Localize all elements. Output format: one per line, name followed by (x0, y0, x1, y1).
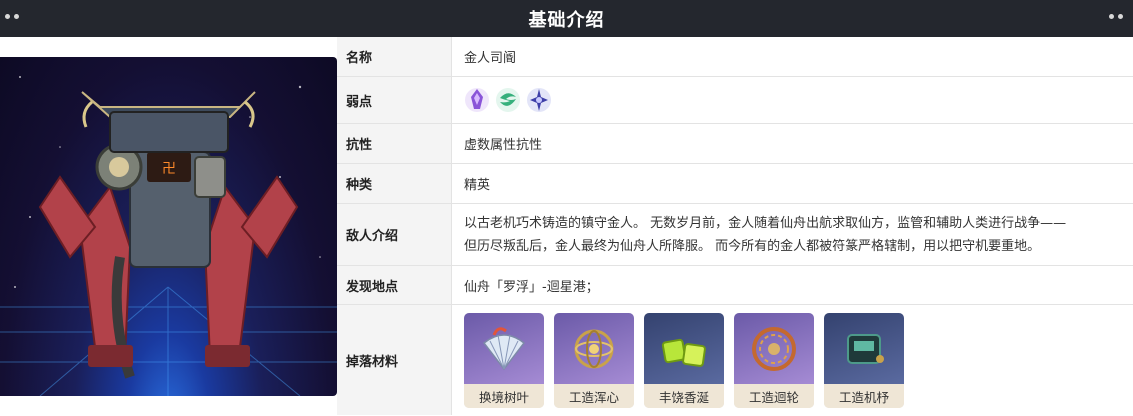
row-label: 发现地点 (337, 266, 452, 304)
info-table: 名称 金人司阍 弱点 抗性 虚数属性抗性 种类 精英 敌人介绍 以古老机巧术铸造… (337, 37, 1133, 415)
wind-icon[interactable] (495, 87, 521, 113)
header-dots-right-icon (1109, 14, 1123, 19)
enemy-name: 金人司阍 (464, 51, 517, 66)
section-title: 基础介绍 (528, 9, 605, 31)
quantum-icon[interactable] (464, 87, 490, 113)
gear-wheel-icon (734, 313, 814, 384)
row-label: 名称 (337, 37, 452, 76)
drop-name: 换境树叶 (464, 384, 544, 408)
armillary-icon (554, 313, 634, 384)
row-label: 掉落材料 (337, 305, 452, 415)
green-crystal-icon (644, 313, 724, 384)
machine-core-icon (824, 313, 904, 384)
drop-item[interactable]: 换境树叶 (464, 313, 544, 408)
drop-name: 工造机杼 (824, 384, 904, 408)
row-label: 弱点 (337, 77, 452, 123)
drop-name: 工造迴轮 (734, 384, 814, 408)
fan-leaf-icon (464, 313, 544, 384)
row-label: 敌人介绍 (337, 204, 452, 265)
row-resistance: 抗性 虚数属性抗性 (337, 124, 1133, 164)
location-value: 仙舟「罗浮」-迴星港； (464, 279, 599, 295)
row-name: 名称 金人司阍 (337, 37, 1133, 77)
type-value: 精英 (464, 178, 491, 193)
drop-list: 换境树叶 工造浑心 丰饶香涎 工造迴轮 工造机杼 (464, 304, 904, 416)
intro-value: 以古老机巧术铸造的镇守金人。 无数岁月前，金人随着仙舟出航求取仙方，监管和辅助人… (452, 204, 1133, 265)
weakness-value (452, 77, 1133, 123)
row-location: 发现地点 仙舟「罗浮」-迴星港； (337, 266, 1133, 305)
drop-item[interactable]: 丰饶香涎 (644, 313, 724, 408)
imaginary-icon[interactable] (526, 87, 552, 113)
drop-item[interactable]: 工造迴轮 (734, 313, 814, 408)
intro-line: 但历尽叛乱后，金人最终为仙舟人所降服。 而今所有的金人都被符篆严格辖制，用以把守… (464, 238, 1041, 254)
enemy-portrait: 卍 (0, 57, 337, 396)
intro-line: 以古老机巧术铸造的镇守金人。 无数岁月前，金人随着仙舟出航求取仙方，监管和辅助人… (464, 215, 1067, 231)
drop-item[interactable]: 工造机杼 (824, 313, 904, 408)
svg-text:卍: 卍 (162, 161, 176, 177)
row-weakness: 弱点 (337, 77, 1133, 124)
row-intro: 敌人介绍 以古老机巧术铸造的镇守金人。 无数岁月前，金人随着仙舟出航求取仙方，监… (337, 204, 1133, 266)
header-dots-left-icon (5, 14, 19, 19)
section-header: 基础介绍 (0, 0, 1133, 37)
drop-item[interactable]: 工造浑心 (554, 313, 634, 408)
drop-name: 工造浑心 (554, 384, 634, 408)
row-label: 种类 (337, 164, 452, 203)
row-type: 种类 精英 (337, 164, 1133, 204)
drops-value: 换境树叶 工造浑心 丰饶香涎 工造迴轮 工造机杼 (452, 305, 1133, 415)
row-label: 抗性 (337, 124, 452, 163)
row-drops: 掉落材料 换境树叶 工造浑心 丰饶香涎 工造迴轮 工造机杼 (337, 305, 1133, 415)
drop-name: 丰饶香涎 (644, 384, 724, 408)
resistance-value: 虚数属性抗性 (464, 138, 543, 153)
